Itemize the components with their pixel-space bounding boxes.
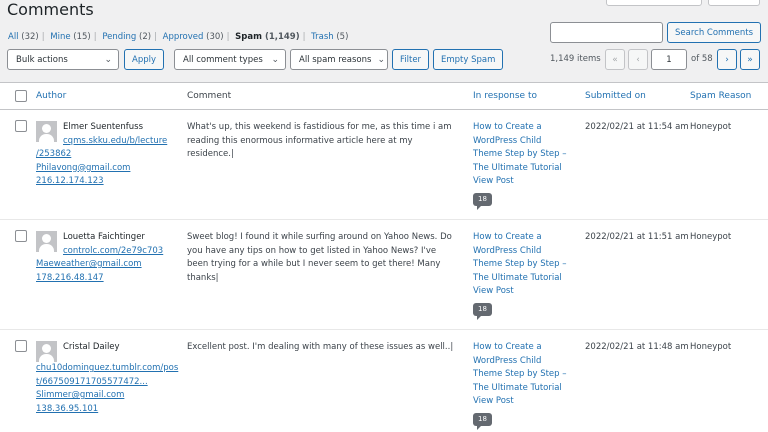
row-checkbox[interactable] xyxy=(15,120,27,132)
search-input[interactable] xyxy=(550,22,664,43)
author-url[interactable]: chu10dominguez.tumblr.com/pos t/667509171… xyxy=(36,355,187,390)
total-pages: of 58 xyxy=(691,54,713,64)
author-ip[interactable]: 216.12.174.123 xyxy=(36,175,187,189)
chevron-down-icon: ⌄ xyxy=(104,54,112,65)
row-checkbox[interactable] xyxy=(15,340,27,352)
filter-spam[interactable]: Spam (1,149) xyxy=(235,32,299,42)
spam-reason: Honeypot xyxy=(690,122,732,132)
filter-button[interactable]: Filter xyxy=(392,49,430,70)
author-email[interactable]: Philavong@gmail.com xyxy=(36,162,187,176)
prev-page-button[interactable]: ‹ xyxy=(628,49,648,70)
column-author[interactable]: Author xyxy=(36,91,66,101)
select-all-checkbox[interactable] xyxy=(15,89,27,102)
filter-approved[interactable]: Approved (30) xyxy=(163,32,224,42)
avatar xyxy=(36,121,57,142)
filter-pending[interactable]: Pending (2) xyxy=(102,32,151,42)
screen-options-area xyxy=(606,0,760,6)
bulk-actions-select[interactable]: Bulk actions ⌄ xyxy=(7,49,119,70)
column-in-response-to[interactable]: In response to xyxy=(473,91,537,101)
table-row: Elmer Suentenfuss cqms.skku.edu/b/lectur… xyxy=(0,109,768,220)
table-row: Cristal Dailey chu10dominguez.tumblr.com… xyxy=(0,329,768,432)
comment-text: Excellent post. I'm dealing with many of… xyxy=(187,329,473,432)
filter-all[interactable]: All (32) xyxy=(8,32,39,42)
author-email[interactable]: Slimmer@gmail.com xyxy=(36,389,187,403)
column-submitted-on[interactable]: Submitted on xyxy=(585,91,646,101)
author-email[interactable]: Maeweather@gmail.com xyxy=(36,258,187,272)
author-name: Louetta Faichtinger xyxy=(63,232,145,242)
comment-text: What's up, this weekend is fastidious fo… xyxy=(187,122,452,159)
search-comments-button[interactable]: Search Comments xyxy=(667,22,761,43)
comment-count-badge[interactable]: 18 xyxy=(473,192,492,210)
empty-spam-button[interactable]: Empty Spam xyxy=(433,49,504,70)
author-url[interactable]: cqms.skku.edu/b/lecture/253862 xyxy=(36,135,187,162)
first-page-button[interactable]: « xyxy=(605,49,625,70)
avatar xyxy=(36,231,57,252)
filter-trash[interactable]: Trash (5) xyxy=(311,32,348,42)
view-post-link[interactable]: View Post xyxy=(473,395,585,409)
chevron-down-icon: ⌄ xyxy=(271,54,279,65)
comment-count-badge[interactable]: 18 xyxy=(473,302,492,320)
next-page-button[interactable]: › xyxy=(717,49,737,70)
author-name: Elmer Suentenfuss xyxy=(63,122,144,132)
spam-reason: Honeypot xyxy=(690,329,768,432)
table-nav-top: Bulk actions ⌄ Apply All comment types ⌄ A… xyxy=(7,49,761,71)
apply-button[interactable]: Apply xyxy=(124,49,164,70)
post-title-link[interactable]: How to Create a WordPress Child Theme St… xyxy=(473,121,573,175)
comment-type-select[interactable]: All comment types ⌄ xyxy=(174,49,286,70)
table-row: Louetta Faichtinger controlc.com/2e79c70… xyxy=(0,219,768,330)
post-title-link[interactable]: How to Create a WordPress Child Theme St… xyxy=(473,341,573,395)
view-post-link[interactable]: View Post xyxy=(473,285,585,299)
avatar xyxy=(36,341,57,362)
help-button[interactable] xyxy=(708,0,760,6)
submitted-date: 2022/02/21 at 11:54 am xyxy=(585,122,689,132)
current-page-input[interactable]: 1 xyxy=(651,49,687,70)
last-page-button[interactable]: » xyxy=(740,49,760,70)
spam-reason: Honeypot xyxy=(690,219,768,330)
page-title: Comments xyxy=(7,0,94,19)
column-spam-reason[interactable]: Spam Reason xyxy=(690,91,751,101)
chevron-down-icon: ⌄ xyxy=(377,54,385,65)
screen-options-button[interactable] xyxy=(606,0,702,6)
column-comment: Comment xyxy=(187,82,473,110)
author-ip[interactable]: 138.36.95.101 xyxy=(36,403,187,417)
table-header-row: Author Comment In response to Submitted … xyxy=(0,82,768,110)
author-name: Cristal Dailey xyxy=(63,342,120,352)
filter-mine[interactable]: Mine (15) xyxy=(50,32,90,42)
submitted-date: 2022/02/21 at 11:48 am xyxy=(585,329,690,432)
view-post-link[interactable]: View Post xyxy=(473,175,585,189)
comment-text: Sweet blog! I found it while surfing aro… xyxy=(187,219,473,330)
author-url[interactable]: controlc.com/2e79c703 xyxy=(36,245,187,259)
search-box: Search Comments xyxy=(550,22,761,43)
submitted-date: 2022/02/21 at 11:51 am xyxy=(585,219,690,330)
status-filter-links: All (32) | Mine (15) | Pending (2) | Approv… xyxy=(8,32,349,42)
spam-reason-select[interactable]: All spam reasons ⌄ xyxy=(290,49,388,70)
comment-count-badge[interactable]: 18 xyxy=(473,412,492,430)
author-ip[interactable]: 178.216.48.147 xyxy=(36,272,187,286)
post-title-link[interactable]: How to Create a WordPress Child Theme St… xyxy=(473,231,573,285)
comments-table: Author Comment In response to Submitted … xyxy=(0,82,768,432)
item-count: 1,149 items xyxy=(550,54,601,64)
row-checkbox[interactable] xyxy=(15,230,27,242)
